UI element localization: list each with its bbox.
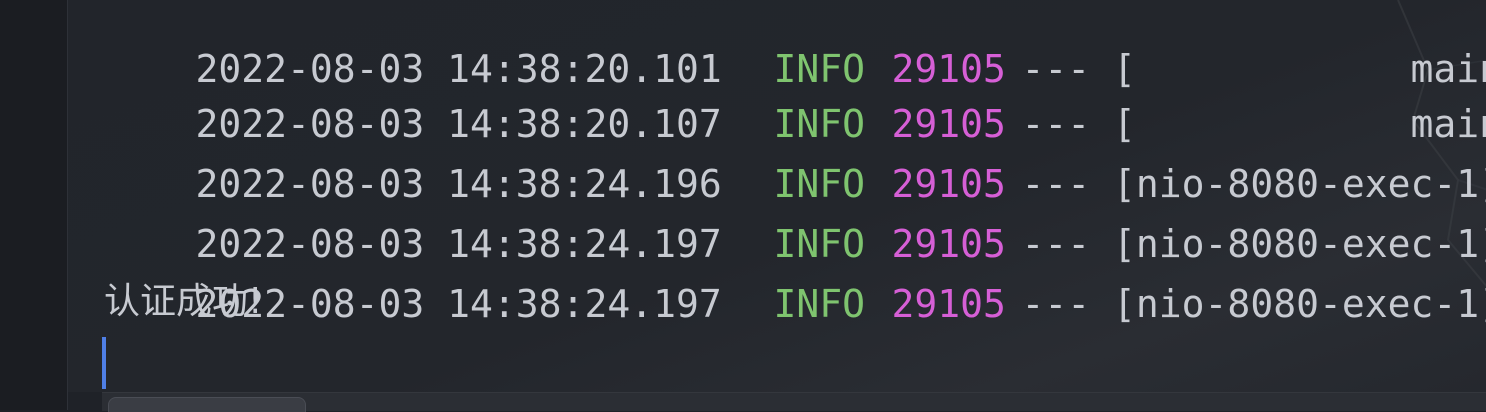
log-separator: --- xyxy=(1021,282,1091,326)
output-message: 认证成功! xyxy=(104,281,263,322)
log-pid: 29105 xyxy=(891,282,1006,326)
editor-gutter xyxy=(0,0,68,410)
log-line: 2022-08-03 14:38:24.196 INFO 29105 --- [nio… xyxy=(104,94,1486,206)
log-level: INFO xyxy=(773,282,866,326)
log-line: 2022-08-03 14:38:24.197 INFO 29105 --- [nio… xyxy=(104,154,1486,266)
console-output[interactable]: 2022-08-03 14:38:20.101 INFO 29105 --- [ ma… xyxy=(68,0,1486,392)
text-cursor xyxy=(102,337,106,389)
horizontal-scrollbar[interactable] xyxy=(102,392,1486,412)
log-line: 2022-08-03 14:38:20.107 INFO 29105 --- [ ma… xyxy=(104,34,1486,146)
log-line: 2022-08-03 14:38:24.197 INFO 29105 --- [nio… xyxy=(104,214,1486,326)
log-thread: [nio-8080-exec-1] xyxy=(1113,282,1486,326)
log-timestamp: 2022-08-03 14:38:24.197 xyxy=(195,282,722,326)
